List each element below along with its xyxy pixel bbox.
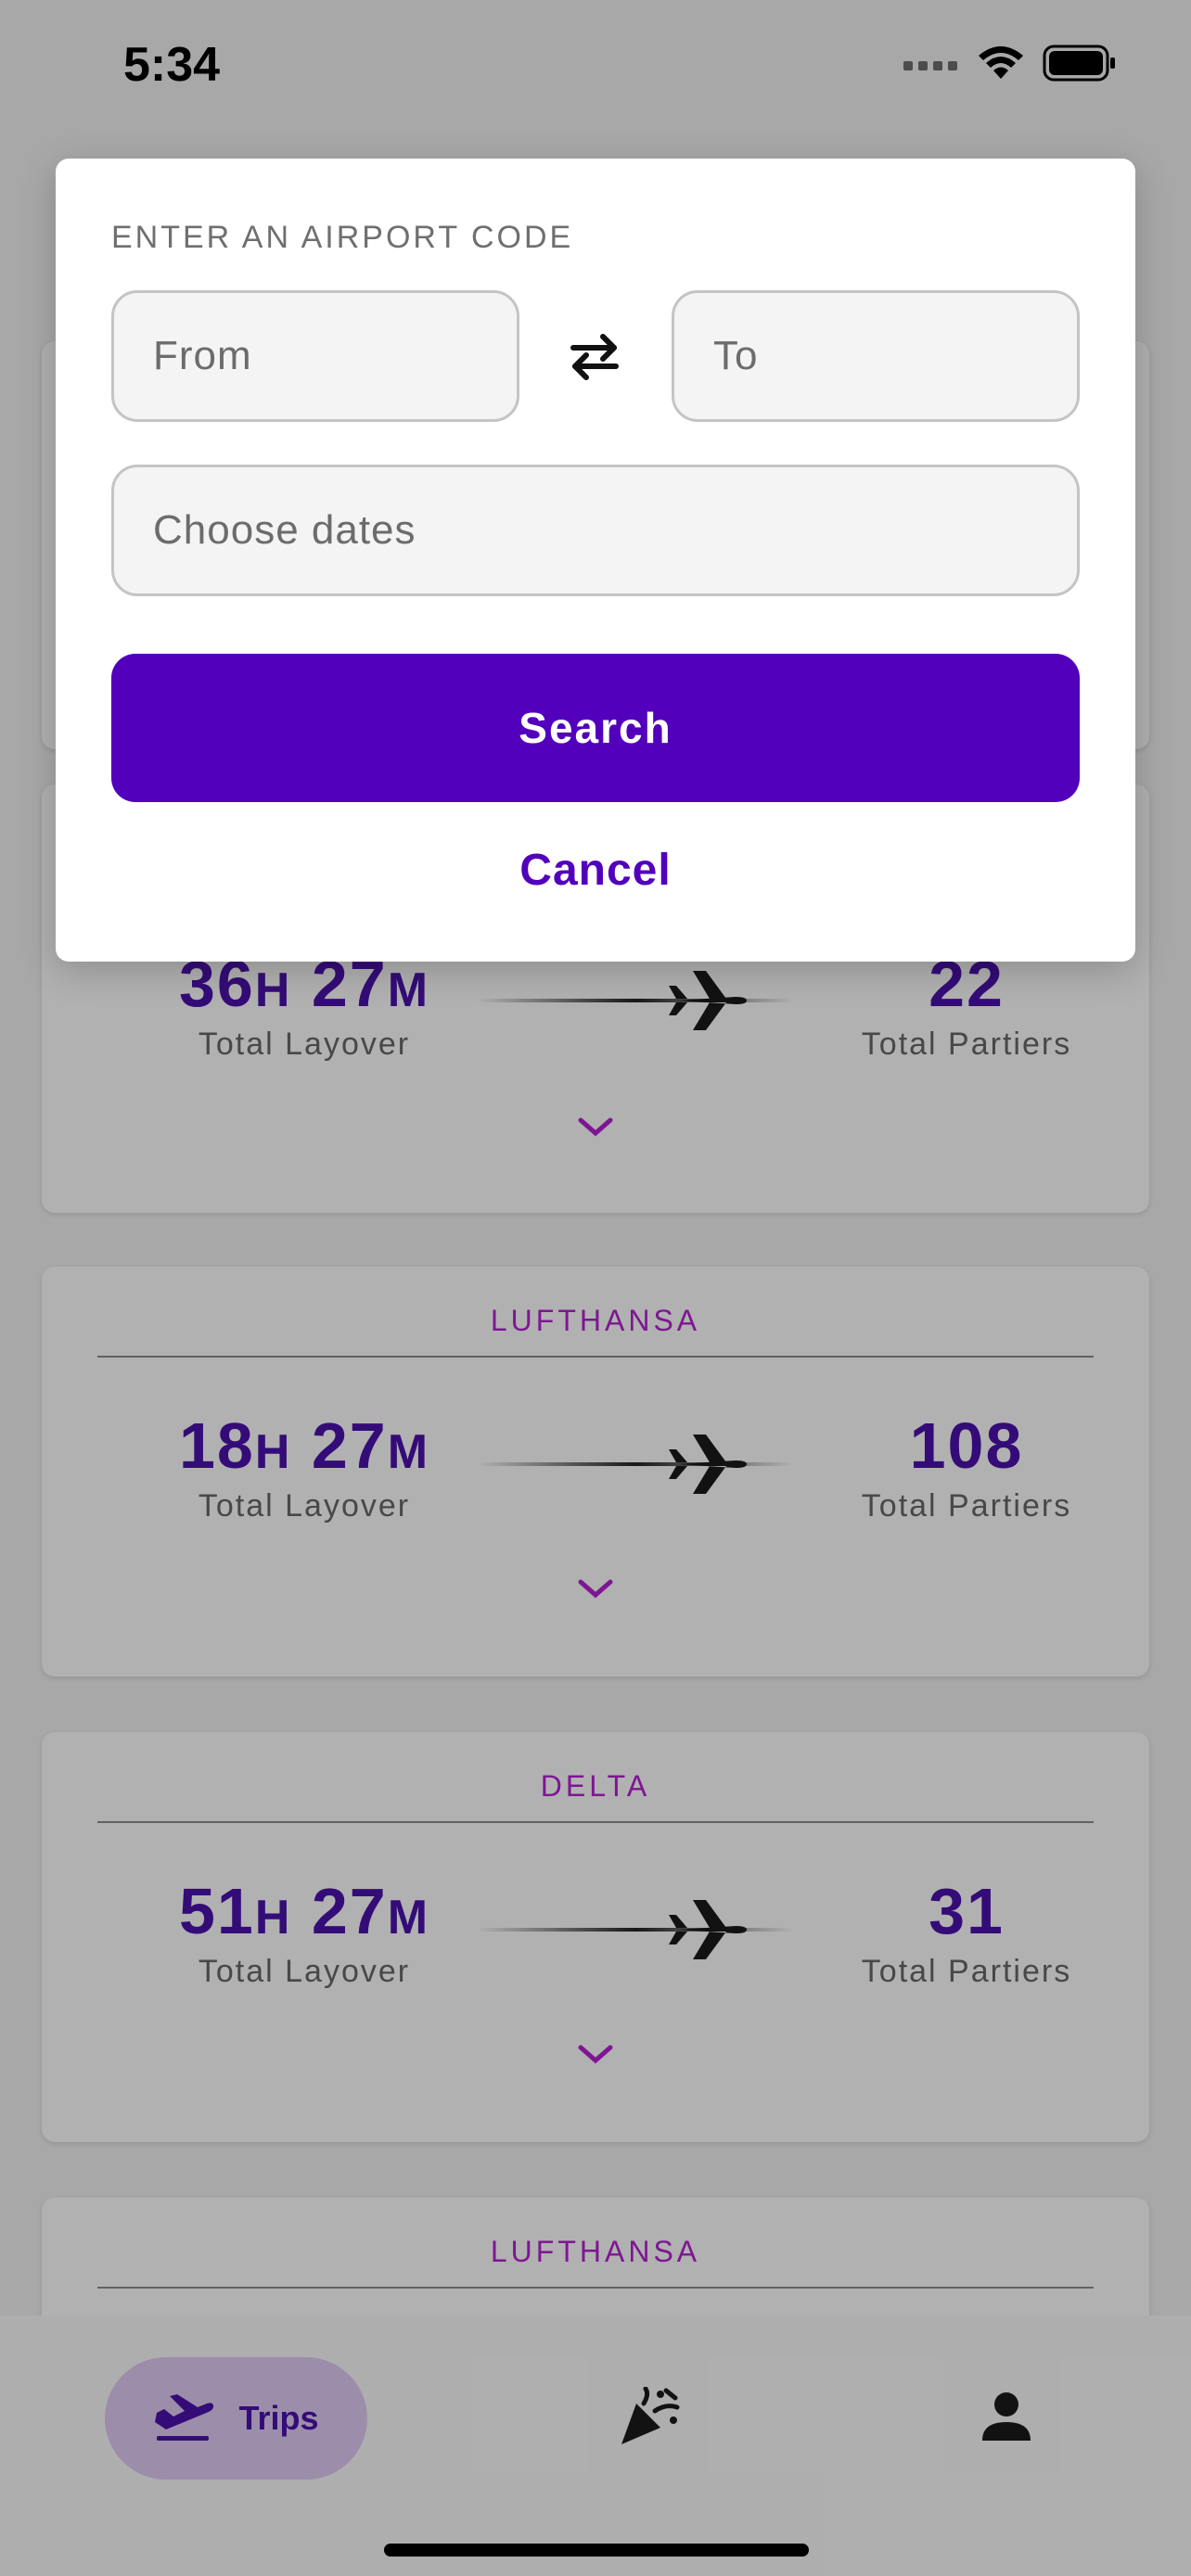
cancel-button[interactable]: Cancel — [56, 845, 1135, 896]
to-field[interactable]: To — [672, 290, 1080, 422]
from-placeholder: From — [153, 333, 252, 378]
home-indicator[interactable] — [384, 2544, 809, 2557]
from-field[interactable]: From — [111, 290, 519, 422]
to-placeholder: To — [713, 333, 759, 378]
dates-placeholder: Choose dates — [153, 507, 416, 553]
search-button[interactable]: Search — [111, 654, 1080, 802]
dialog-heading: ENTER AN AIRPORT CODE — [111, 220, 574, 255]
swap-arrows-icon[interactable] — [564, 329, 625, 385]
airport-search-dialog: ENTER AN AIRPORT CODE From To Choose dat… — [56, 159, 1135, 962]
dates-field[interactable]: Choose dates — [111, 465, 1080, 596]
